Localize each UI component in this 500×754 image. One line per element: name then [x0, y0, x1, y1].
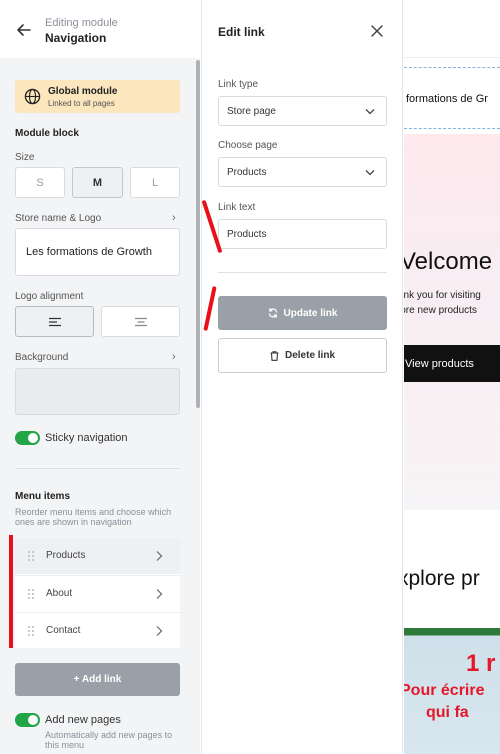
module-editor-panel: Editing module Navigation Global module …: [0, 0, 200, 754]
editor-title: Navigation: [45, 31, 107, 45]
add-new-pages-label: Add new pages: [45, 714, 121, 726]
preview-toolbar: [404, 0, 500, 58]
chevron-right-icon: [156, 626, 163, 636]
editor-subtitle: Editing module: [45, 17, 118, 29]
chevron-down-icon: [365, 109, 375, 115]
size-label: Size: [15, 152, 35, 163]
global-module-banner: Global module Linked to all pages: [15, 80, 180, 113]
preview-store-name: formations de Gr: [406, 93, 488, 105]
product-image[interactable]: 1 r Pour écrire qui fa: [404, 628, 500, 754]
size-m-button[interactable]: M: [72, 167, 123, 198]
link-type-value: Store page: [227, 105, 276, 117]
delete-link-label: Delete link: [284, 350, 336, 361]
align-center-icon: [134, 317, 147, 326]
chevron-right-icon: [156, 589, 163, 599]
trash-icon: [270, 350, 279, 361]
logo-alignment-label: Logo alignment: [15, 291, 84, 302]
menu-item-about[interactable]: About: [15, 575, 180, 611]
hero-text: ank you for visiting: [404, 290, 481, 301]
drag-handle-icon[interactable]: [27, 550, 35, 562]
globe-icon: [24, 88, 41, 105]
link-text-label: Link text: [218, 202, 256, 213]
size-s-button[interactable]: S: [15, 167, 65, 198]
choose-page-select[interactable]: Products: [218, 157, 387, 187]
preview-navigation-bar[interactable]: formations de Gr: [404, 67, 500, 129]
store-name-label: Store name & Logo: [15, 213, 102, 224]
section-divider: [218, 272, 387, 273]
store-name-chevron-icon[interactable]: ›: [172, 212, 176, 224]
hero-text: lore new products: [404, 305, 477, 316]
delete-link-button[interactable]: Delete link: [218, 338, 387, 373]
choose-page-label: Choose page: [218, 140, 278, 151]
background-label: Background: [15, 352, 69, 363]
size-l-button[interactable]: L: [130, 167, 180, 198]
store-preview: formations de Gr Velcome ank you for vis…: [404, 0, 500, 754]
sticky-navigation-toggle[interactable]: [15, 431, 40, 445]
annotation-highlight-bar: [9, 535, 13, 648]
drag-handle-icon[interactable]: [27, 625, 35, 637]
product-image-text: Pour écrire: [404, 682, 485, 699]
drag-handle-icon[interactable]: [27, 588, 35, 600]
add-new-pages-toggle[interactable]: [15, 713, 40, 727]
update-link-button[interactable]: Update link: [218, 296, 387, 330]
align-left-button[interactable]: [15, 306, 94, 337]
menu-items-description: Reorder menu items and choose which ones…: [15, 507, 172, 527]
link-text-field[interactable]: Products: [218, 219, 387, 249]
preview-hero: Velcome ank you for visiting lore new pr…: [404, 134, 500, 510]
menu-items-list: Products About Contact: [15, 538, 180, 648]
view-products-button[interactable]: View products: [404, 345, 500, 382]
choose-page-value: Products: [227, 166, 267, 178]
menu-item-label: Products: [46, 550, 86, 561]
hero-title: Velcome: [404, 248, 493, 275]
link-type-label: Link type: [218, 79, 259, 90]
menu-items-heading: Menu items: [15, 491, 71, 502]
menu-item-label: Contact: [46, 625, 81, 636]
explore-products-heading: xplore pr: [404, 567, 480, 590]
add-new-pages-description: Automatically add new pages to this menu: [45, 730, 173, 750]
section-divider: [15, 468, 180, 469]
add-link-button[interactable]: + Add link: [15, 663, 180, 696]
product-image-text: 1 r: [466, 650, 496, 677]
global-module-title: Global module: [48, 86, 118, 97]
back-arrow-icon[interactable]: [14, 20, 34, 40]
menu-item-label: About: [46, 588, 73, 599]
chevron-right-icon: [156, 551, 163, 561]
close-icon[interactable]: [370, 24, 384, 38]
menu-item-products[interactable]: Products: [15, 538, 180, 574]
edit-link-title: Edit link: [218, 25, 265, 39]
update-link-label: Update link: [283, 307, 338, 319]
edit-link-panel: Edit link Link type Store page Choose pa…: [201, 0, 403, 754]
link-type-select[interactable]: Store page: [218, 96, 387, 126]
editor-header: Editing module Navigation: [0, 0, 200, 58]
link-text-value: Products: [227, 228, 267, 240]
refresh-icon: [268, 308, 277, 318]
menu-item-contact[interactable]: Contact: [15, 612, 180, 648]
background-chevron-icon[interactable]: ›: [172, 351, 176, 363]
product-image-text: qui fa: [426, 704, 469, 721]
sticky-navigation-label: Sticky navigation: [45, 432, 128, 444]
global-module-subtitle: Linked to all pages: [48, 99, 115, 108]
align-left-icon: [48, 317, 61, 326]
store-name-field[interactable]: Les formations de Growth: [15, 228, 180, 276]
panel-scrollbar[interactable]: [196, 60, 200, 408]
chevron-down-icon: [365, 170, 375, 176]
background-swatch[interactable]: [15, 368, 180, 415]
align-center-button[interactable]: [101, 306, 180, 337]
module-block-heading: Module block: [15, 128, 79, 139]
